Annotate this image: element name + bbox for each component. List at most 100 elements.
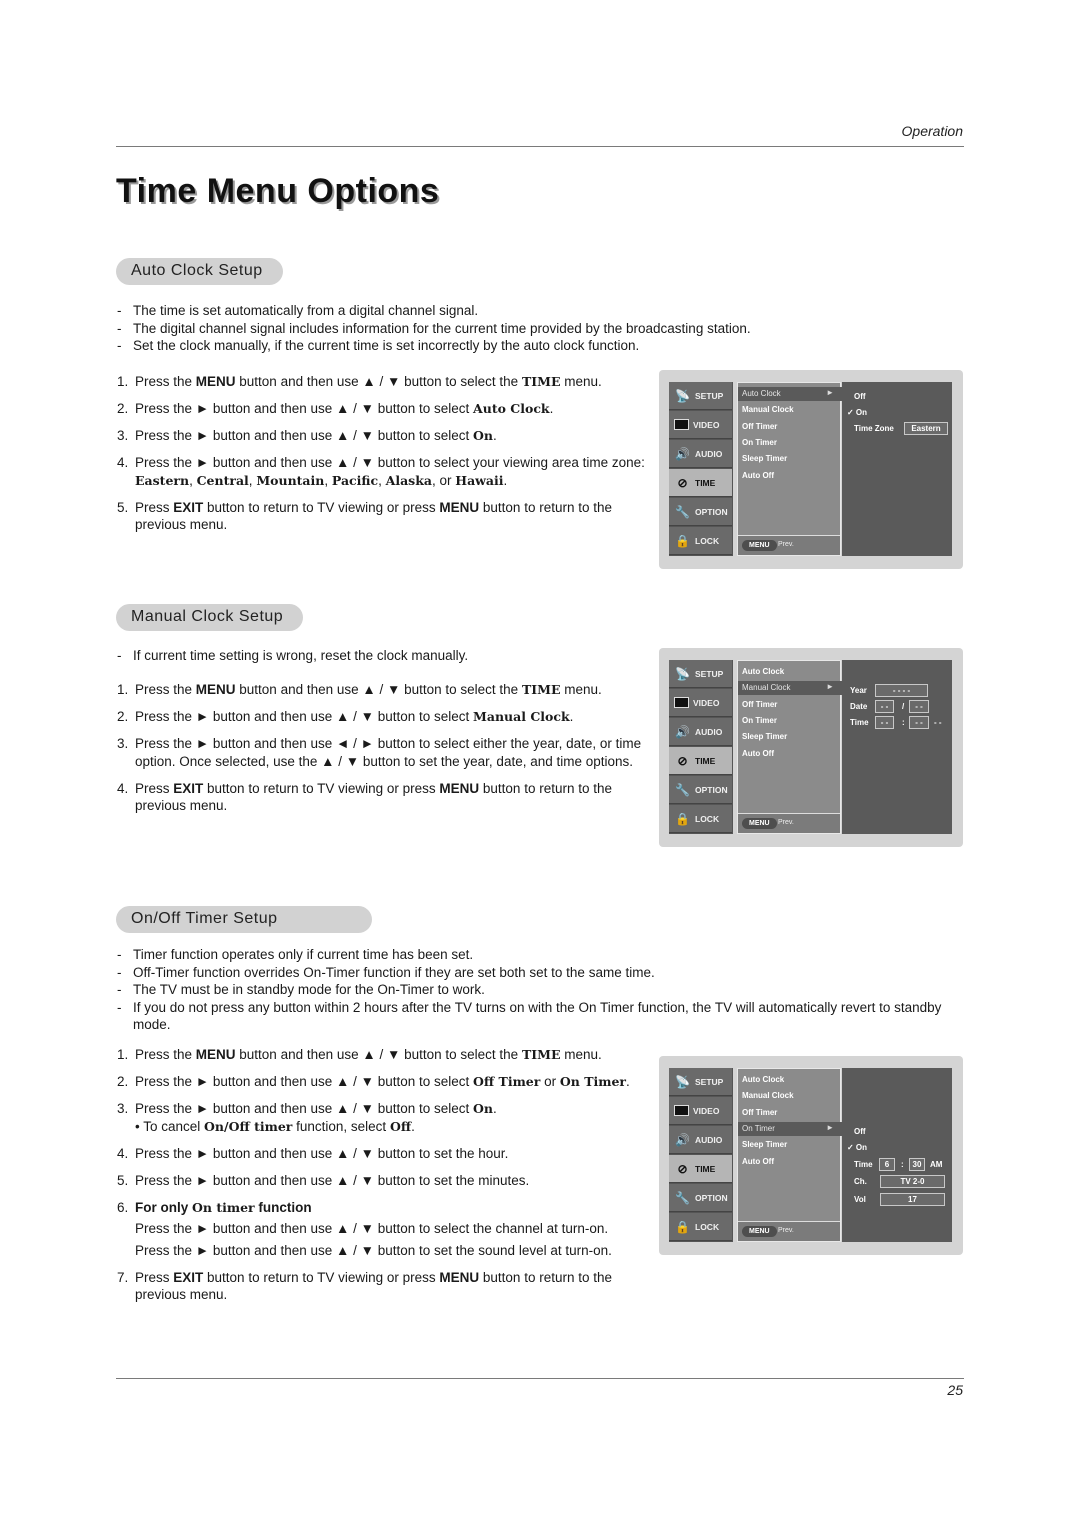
menu-item[interactable]: Auto Clock <box>742 667 784 676</box>
minute-field[interactable]: 30 <box>909 1158 925 1171</box>
step-item: 7. Press EXIT button to return to TV view… <box>116 1269 656 1304</box>
category-option[interactable]: 🔧 OPTION <box>669 776 732 804</box>
menu-item[interactable]: Manual Clock <box>742 405 794 414</box>
channel-label: Ch. <box>854 1177 867 1186</box>
category-label: AUDIO <box>695 448 723 459</box>
menu-item[interactable]: Auto Clock <box>742 1075 784 1084</box>
category-setup[interactable]: 📡 SETUP <box>669 382 732 410</box>
option-on-checked[interactable]: ✓ On <box>847 1143 867 1152</box>
menu-item-selected[interactable]: Manual Clock ► <box>738 681 842 696</box>
category-setup[interactable]: 📡 SETUP <box>669 660 732 688</box>
menu-item[interactable]: Sleep Timer <box>742 1140 787 1149</box>
menu-item[interactable]: On Timer <box>742 716 777 725</box>
category-label: LOCK <box>695 1221 720 1232</box>
step-note: • To cancel On/Off timer function, selec… <box>135 1118 415 1134</box>
bullet: The TV must be in standby mode for the O… <box>116 981 966 999</box>
audio-icon: 🔊 <box>675 1132 690 1147</box>
step-text: Press the ► button and then use ▲ / ▼ bu… <box>135 455 645 488</box>
lock-icon: 🔒 <box>675 811 690 826</box>
step-number: 2. <box>117 1074 129 1089</box>
category-label: AUDIO <box>695 726 723 737</box>
audio-icon: 🔊 <box>675 446 690 461</box>
header-section-label: Operation <box>901 123 963 139</box>
menu-button[interactable]: MENU <box>742 540 777 551</box>
step-text: Press the MENU button and then use ▲ / ▼… <box>135 682 602 697</box>
step-item: 3. Press the ► button and then use ◄ / ► … <box>116 735 656 770</box>
category-label: OPTION <box>695 1192 728 1203</box>
category-label: SETUP <box>695 668 724 679</box>
step-item: 3. Press the ► button and then use ▲ / ▼ … <box>116 427 656 445</box>
category-label: TIME <box>695 755 716 766</box>
step-text: Press the MENU button and then use ▲ / ▼… <box>135 374 602 389</box>
menu-item[interactable]: Manual Clock <box>742 1091 794 1100</box>
category-sidebar: 📡 SETUP VIDEO 🔊 AUDIO ⊘ TIME 🔧 OPTION 🔒 LOCK <box>669 660 733 834</box>
channel-field[interactable]: TV 2-0 <box>880 1175 945 1188</box>
menu-item[interactable]: Auto Off <box>742 1157 774 1166</box>
year-label: Year <box>850 686 867 695</box>
step-number: 2. <box>117 401 129 416</box>
category-option[interactable]: 🔧 OPTION <box>669 1184 732 1212</box>
time-icon: ⊘ <box>677 753 688 768</box>
menu-item[interactable]: Auto Off <box>742 471 774 480</box>
menu-item[interactable]: Auto Off <box>742 749 774 758</box>
option-off[interactable]: Off <box>854 392 866 401</box>
menu-item-selected[interactable]: On Timer ► <box>738 1121 842 1136</box>
time-minute-field[interactable]: - - <box>909 716 929 729</box>
ampm-field[interactable]: - - <box>934 718 942 727</box>
category-video[interactable]: VIDEO <box>669 411 732 439</box>
menu-item[interactable]: Sleep Timer <box>742 732 787 741</box>
option-on-checked[interactable]: ✓ On <box>847 408 867 417</box>
auto-clock-bullets: The time is set automatically from a dig… <box>116 302 966 355</box>
ampm-label[interactable]: AM <box>930 1160 942 1169</box>
menu-button[interactable]: MENU <box>742 1226 777 1237</box>
date-day-field[interactable]: - - <box>909 700 929 713</box>
category-setup[interactable]: 📡 SETUP <box>669 1068 732 1096</box>
category-audio[interactable]: 🔊 AUDIO <box>669 718 732 746</box>
menu-item[interactable]: Off Timer <box>742 422 777 431</box>
option-off[interactable]: Off <box>854 1127 866 1136</box>
section-heading-timer: On/Off Timer Setup <box>116 906 372 933</box>
tv-menu-auto-clock: 📡 SETUP VIDEO 🔊 AUDIO ⊘ TIME 🔧 OPTION 🔒 LOCK Auto C… <box>659 370 963 569</box>
volume-field[interactable]: 17 <box>880 1193 945 1206</box>
category-lock[interactable]: 🔒 LOCK <box>669 1213 732 1241</box>
date-month-field[interactable]: - - <box>875 700 894 713</box>
step-text: Press the ► button and then use ▲ / ▼ bu… <box>135 1145 509 1161</box>
step-item: 2. Press the ► button and then use ▲ / ▼ … <box>116 400 656 418</box>
year-field[interactable]: - - - - <box>875 684 928 697</box>
time-zone-field[interactable]: Eastern <box>904 422 948 435</box>
step-number: 3. <box>117 736 129 751</box>
footer-rule <box>116 1378 964 1379</box>
menu-item[interactable]: Sleep Timer <box>742 454 787 463</box>
hour-field[interactable]: 6 <box>879 1158 895 1171</box>
bullet: If you do not press any button within 2 … <box>116 999 966 1034</box>
category-option[interactable]: 🔧 OPTION <box>669 498 732 526</box>
lock-icon: 🔒 <box>675 533 690 548</box>
category-time[interactable]: ⊘ TIME <box>669 747 732 775</box>
menu-item[interactable]: On Timer <box>742 438 777 447</box>
category-lock[interactable]: 🔒 LOCK <box>669 527 732 555</box>
menu-button[interactable]: MENU <box>742 818 777 829</box>
menu-item[interactable]: Off Timer <box>742 1108 777 1117</box>
step-item: 3. Press the ► button and then use ▲ / ▼ … <box>116 1100 656 1135</box>
category-time[interactable]: ⊘ TIME <box>669 1155 732 1183</box>
option-icon: 🔧 <box>675 504 690 519</box>
category-audio[interactable]: 🔊 AUDIO <box>669 440 732 468</box>
time-hour-field[interactable]: - - <box>875 716 894 729</box>
menu-item-selected[interactable]: Auto Clock ► <box>738 387 842 401</box>
category-time[interactable]: ⊘ TIME <box>669 469 732 497</box>
setup-icon: 📡 <box>675 388 690 403</box>
category-video[interactable]: VIDEO <box>669 1097 732 1125</box>
step-text: Press the ► button and then use ▲ / ▼ bu… <box>135 428 497 443</box>
menu-item[interactable]: Off Timer <box>742 700 777 709</box>
category-video[interactable]: VIDEO <box>669 689 732 717</box>
time-menu-items: Auto Clock Manual Clock ► Off Timer On Timer… <box>737 660 842 834</box>
step-number: 3. <box>117 1101 129 1116</box>
step-number: 7. <box>117 1269 129 1285</box>
time-menu-items: Auto Clock ► Manual Clock Off Timer On Timer… <box>737 382 842 556</box>
options-panel: Off ✓ On Time Zone Eastern <box>842 382 952 556</box>
category-lock[interactable]: 🔒 LOCK <box>669 805 732 833</box>
category-audio[interactable]: 🔊 AUDIO <box>669 1126 732 1154</box>
category-label: VIDEO <box>693 697 720 708</box>
step-item: 4. Press the ► button and then use ▲ / ▼ … <box>116 1145 656 1163</box>
setup-icon: 📡 <box>675 666 690 681</box>
